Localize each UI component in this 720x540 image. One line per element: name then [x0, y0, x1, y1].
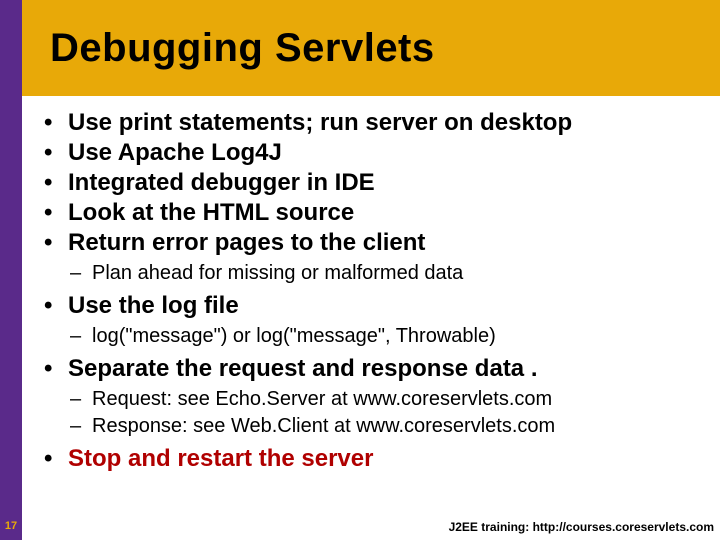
bullet-item: Use the log file: [36, 291, 716, 321]
bullet-list: Use print statements; run server on desk…: [36, 108, 716, 258]
bullet-item: Return error pages to the client: [36, 228, 716, 258]
sub-bullet-item: Response: see Web.Client at www.coreserv…: [36, 413, 716, 440]
bullet-list: Stop and restart the server: [36, 444, 716, 474]
sub-bullet-list: log("message") or log("message", Throwab…: [36, 323, 716, 350]
sub-bullet-item: log("message") or log("message", Throwab…: [36, 323, 716, 350]
sub-bullet-item: Request: see Echo.Server at www.coreserv…: [36, 386, 716, 413]
bullet-item: Separate the request and response data .: [36, 354, 716, 384]
bullet-item: Use print statements; run server on desk…: [36, 108, 716, 138]
bullet-item: Look at the HTML source: [36, 198, 716, 228]
sub-bullet-list: Plan ahead for missing or malformed data: [36, 260, 716, 287]
title-band: Debugging Servlets: [22, 0, 720, 96]
page-number: 17: [0, 520, 22, 532]
sub-bullet-list: Request: see Echo.Server at www.coreserv…: [36, 386, 716, 440]
bullet-item: Integrated debugger in IDE: [36, 168, 716, 198]
bullet-item: Use Apache Log4J: [36, 138, 716, 168]
footer-text: J2EE training: http://courses.coreservle…: [449, 520, 714, 534]
slide-content: Use print statements; run server on desk…: [22, 108, 716, 510]
left-accent-stripe: [0, 0, 22, 540]
bullet-list: Separate the request and response data .: [36, 354, 716, 384]
bullet-list: Use the log file: [36, 291, 716, 321]
sub-bullet-item: Plan ahead for missing or malformed data: [36, 260, 716, 287]
slide-title: Debugging Servlets: [50, 26, 435, 71]
slide: Debugging Servlets Use print statements;…: [0, 0, 720, 540]
bullet-item-highlight: Stop and restart the server: [36, 444, 716, 474]
